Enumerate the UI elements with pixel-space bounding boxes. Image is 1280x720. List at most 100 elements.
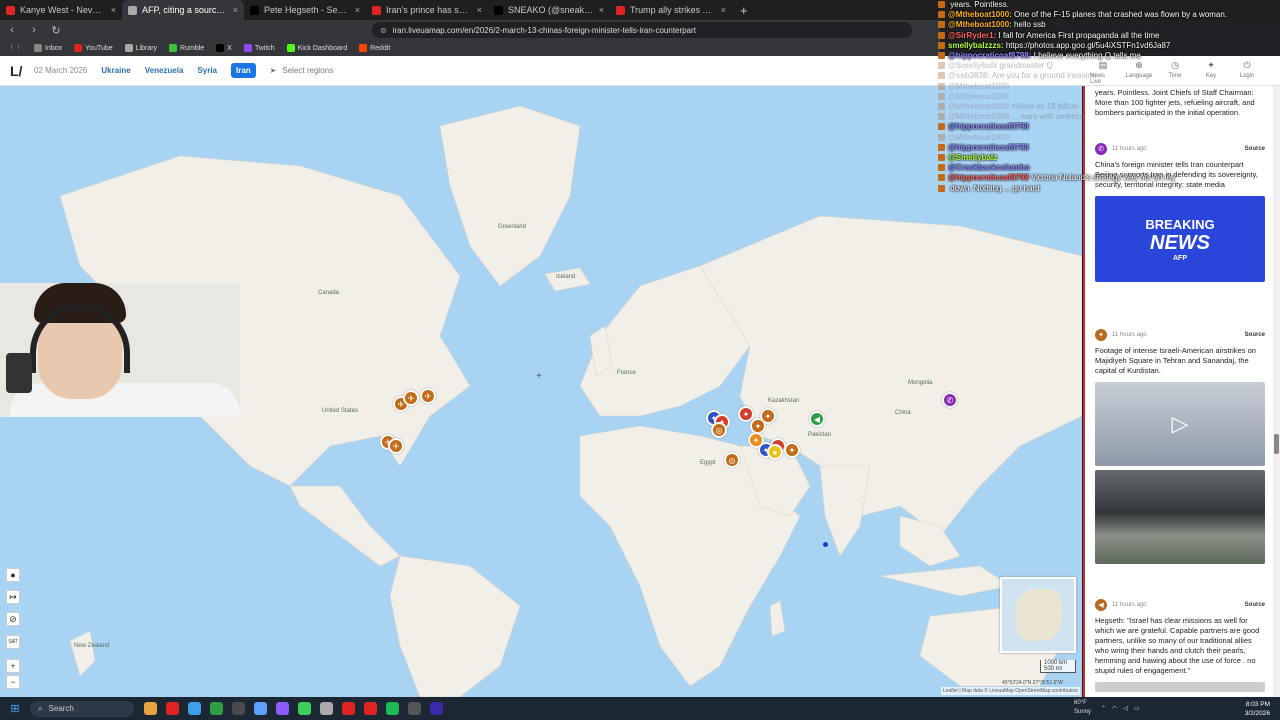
taskbar-app-icon[interactable] — [298, 702, 311, 715]
chat-username: @Smellybalz — [948, 153, 998, 163]
browser-tab[interactable]: SNEAKO (@sneako) / X × — [488, 0, 610, 20]
forward-icon[interactable]: › — [28, 24, 40, 36]
browser-tab[interactable]: Kanye West - Never See Me Again - × — [0, 0, 122, 20]
windows-start-icon[interactable]: ⊞ — [0, 702, 30, 715]
bookmark-item[interactable]: YouTube — [74, 44, 113, 52]
close-tab-icon[interactable]: × — [599, 5, 604, 15]
taskbar-app-icon[interactable] — [364, 702, 377, 715]
map-attribution[interactable]: Leaflet | Map data © LiveuaMap OpenStree… — [940, 687, 1080, 695]
taskbar-app-icon[interactable] — [232, 702, 245, 715]
network-icon[interactable]: ◠ — [1112, 705, 1117, 712]
chat-text: ... wars with america — [1011, 112, 1085, 122]
bookmark-icon — [243, 44, 252, 52]
region-venezuela[interactable]: Venezuela — [145, 66, 184, 75]
browser-tab[interactable]: Iran's prince has something to say... × — [366, 0, 488, 20]
chat-username: @Mtheboat1000 — [948, 102, 1010, 112]
taskbar-search[interactable]: ⌕ Search — [30, 700, 134, 717]
bookmark-item[interactable]: Library — [124, 44, 157, 52]
smoke-photo[interactable] — [1095, 470, 1265, 564]
bookmark-item[interactable]: X — [216, 44, 232, 52]
taskbar-app-icon[interactable] — [254, 702, 267, 715]
region-iran[interactable]: Iran — [231, 63, 256, 78]
taskbar-app-icon[interactable] — [166, 702, 179, 715]
liveuamap-logo[interactable]: L/ — [10, 63, 32, 79]
taskbar-app-icon[interactable] — [144, 702, 157, 715]
system-clock[interactable]: 8:03 PM 3/2/2026 — [1245, 700, 1270, 718]
reload-icon[interactable]: ↻ — [50, 24, 62, 37]
event-marker-strike[interactable]: ✦ — [784, 442, 800, 458]
locate-icon[interactable]: ● — [6, 568, 20, 582]
event-marker-dot[interactable] — [823, 542, 828, 547]
address-bar[interactable]: ⊜ iran.liveuamap.com/en/2026/2-march-13-… — [372, 22, 912, 38]
bookmark-label: Twitch — [254, 44, 275, 52]
arrow-icon[interactable]: ↦ — [6, 590, 20, 604]
taskbar-app-icon[interactable] — [188, 702, 201, 715]
news-text: Footage of intense Israeli-American airs… — [1095, 346, 1256, 375]
new-tab-button[interactable]: + — [740, 3, 748, 18]
minimap[interactable] — [1000, 577, 1076, 653]
video-thumbnail[interactable]: ▷ — [1095, 382, 1265, 466]
chat-message: @hippocraticoaf8798 — [938, 122, 1280, 132]
taskbar-app-icon[interactable] — [320, 702, 333, 715]
bookmark-label: Reddit — [370, 44, 391, 52]
event-marker-target[interactable]: ◎ — [711, 422, 727, 438]
chat-badge-icon — [938, 31, 945, 39]
browser-tab[interactable]: Pete Hegseth - Search / X × — [244, 0, 366, 20]
taskbar-app-icon[interactable] — [408, 702, 421, 715]
scrollbar-thumb[interactable] — [1274, 434, 1279, 454]
news-item[interactable]: ✦ 11 hours ago Source Footage of intense… — [1095, 328, 1265, 564]
bookmark-item[interactable]: Reddit — [359, 44, 390, 52]
bookmark-item[interactable]: Inbox — [34, 44, 62, 52]
event-marker-plane[interactable]: ✈ — [403, 390, 419, 406]
event-marker-yellow[interactable]: ● — [767, 444, 783, 460]
close-tab-icon[interactable]: × — [355, 5, 360, 15]
region-syria[interactable]: Syria — [197, 66, 217, 75]
satellite-icon[interactable]: SAT — [6, 635, 20, 649]
event-marker-target[interactable]: ◎ — [724, 452, 740, 468]
event-marker-plane[interactable]: ✈ — [420, 388, 436, 404]
chat-username: @Mtheboat1000 — [948, 81, 1010, 91]
chat-username: @ssb3838: — [948, 71, 991, 81]
bookmark-item[interactable]: Kick Dashboard — [286, 44, 347, 52]
event-marker-phone[interactable]: ✆ — [942, 392, 958, 408]
chat-badge-icon — [938, 52, 945, 60]
site-info-icon[interactable]: ⊜ — [380, 26, 387, 35]
battery-icon[interactable]: ▭ — [1134, 705, 1140, 712]
back-icon[interactable]: ‹ — [6, 24, 18, 36]
taskbar-app-icon[interactable] — [386, 702, 399, 715]
system-tray[interactable]: ⌃ ◠ ◁ ▭ — [1101, 697, 1140, 720]
source-link[interactable]: Source — [1245, 602, 1265, 608]
zoom-in-button[interactable]: + — [6, 659, 20, 673]
event-marker-strike[interactable]: ✦ — [760, 408, 776, 424]
next-image[interactable] — [1095, 682, 1265, 692]
close-tab-icon[interactable]: × — [111, 5, 116, 15]
map-scale: 1000 km 500 mi — [1040, 660, 1076, 673]
bookmark-item[interactable]: Rumble — [169, 44, 204, 52]
taskbar-app-icon[interactable] — [430, 702, 443, 715]
map-date[interactable]: 02 March 2026 — [34, 66, 87, 75]
browser-tab[interactable]: AFP, citing a source: Saudi Arabi × — [122, 0, 244, 20]
news-item[interactable]: ◀ 11 hours ago Source Hegseth: "Israel h… — [1095, 598, 1265, 692]
taskbar-app-icon[interactable] — [342, 702, 355, 715]
apps-icon[interactable]: ⋮⋮ — [8, 44, 22, 52]
close-tab-icon[interactable]: × — [233, 5, 238, 15]
zoom-out-button[interactable]: − — [6, 675, 20, 689]
chat-username: @Mtheboat1000: — [948, 10, 1012, 20]
close-tab-icon[interactable]: × — [721, 5, 726, 15]
close-tab-icon[interactable]: × — [477, 5, 482, 15]
volume-icon[interactable]: ◁ — [1123, 705, 1128, 712]
select-regions[interactable]: ➤ Select regions — [270, 66, 333, 75]
bookmark-item[interactable]: Twitch — [243, 44, 275, 52]
chat-username: @Smellybalz — [948, 61, 998, 71]
event-marker-megaphone[interactable]: ◀ — [809, 411, 825, 427]
source-link[interactable]: Source — [1245, 332, 1265, 338]
region-ukraine[interactable]: Ukraine — [101, 66, 130, 75]
play-icon[interactable]: ▷ — [1172, 411, 1189, 437]
hide-icon[interactable]: ⊘ — [6, 612, 20, 626]
taskbar-app-icon[interactable] — [276, 702, 289, 715]
taskbar-app-icon[interactable] — [210, 702, 223, 715]
browser-tab[interactable]: Trump ally strikes Alaska gas deal wit × — [610, 0, 732, 20]
chevron-up-icon[interactable]: ⌃ — [1101, 705, 1106, 712]
event-marker-plane[interactable]: ✈ — [388, 438, 404, 454]
weather-widget[interactable]: 60°F Sunny — [1074, 699, 1091, 717]
